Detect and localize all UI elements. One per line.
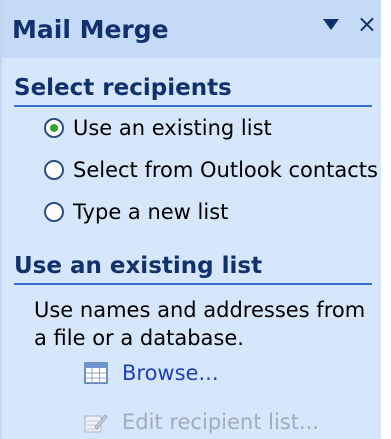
table-grid-icon bbox=[84, 362, 108, 384]
chevron-down-icon[interactable] bbox=[322, 18, 339, 30]
radio-button-selected[interactable] bbox=[44, 118, 64, 138]
window-edge bbox=[381, 0, 391, 439]
task-pane-title: Mail Merge bbox=[12, 14, 169, 44]
radio-button[interactable] bbox=[44, 202, 64, 222]
browse-link-label[interactable]: Browse... bbox=[122, 361, 219, 385]
radio-label: Use an existing list bbox=[73, 116, 272, 140]
radio-label: Select from Outlook contacts bbox=[73, 158, 378, 182]
radio-select-outlook-contacts[interactable]: Select from Outlook contacts bbox=[44, 158, 378, 182]
task-pane-titlebar: Mail Merge × bbox=[2, 0, 383, 58]
mail-merge-task-pane: Mail Merge × Select recipients Use an ex… bbox=[0, 0, 383, 439]
edit-recipient-list-link: Edit recipient list... bbox=[84, 410, 319, 434]
radio-button[interactable] bbox=[44, 160, 64, 180]
browse-link[interactable]: Browse... bbox=[84, 361, 219, 385]
radio-type-new-list[interactable]: Type a new list bbox=[44, 200, 228, 224]
use-existing-list-heading: Use an existing list bbox=[14, 253, 372, 285]
edit-list-icon bbox=[84, 414, 108, 433]
mail-merge-window: Mail Merge × Select recipients Use an ex… bbox=[0, 0, 391, 439]
titlebar-controls: × bbox=[322, 12, 377, 36]
edit-recipient-list-label: Edit recipient list... bbox=[122, 410, 319, 434]
existing-list-description: Use names and addresses from a file or a… bbox=[34, 298, 366, 350]
close-icon[interactable]: × bbox=[357, 12, 377, 36]
select-recipients-heading: Select recipients bbox=[14, 75, 372, 107]
radio-use-existing-list[interactable]: Use an existing list bbox=[44, 116, 272, 140]
radio-label: Type a new list bbox=[73, 200, 229, 224]
